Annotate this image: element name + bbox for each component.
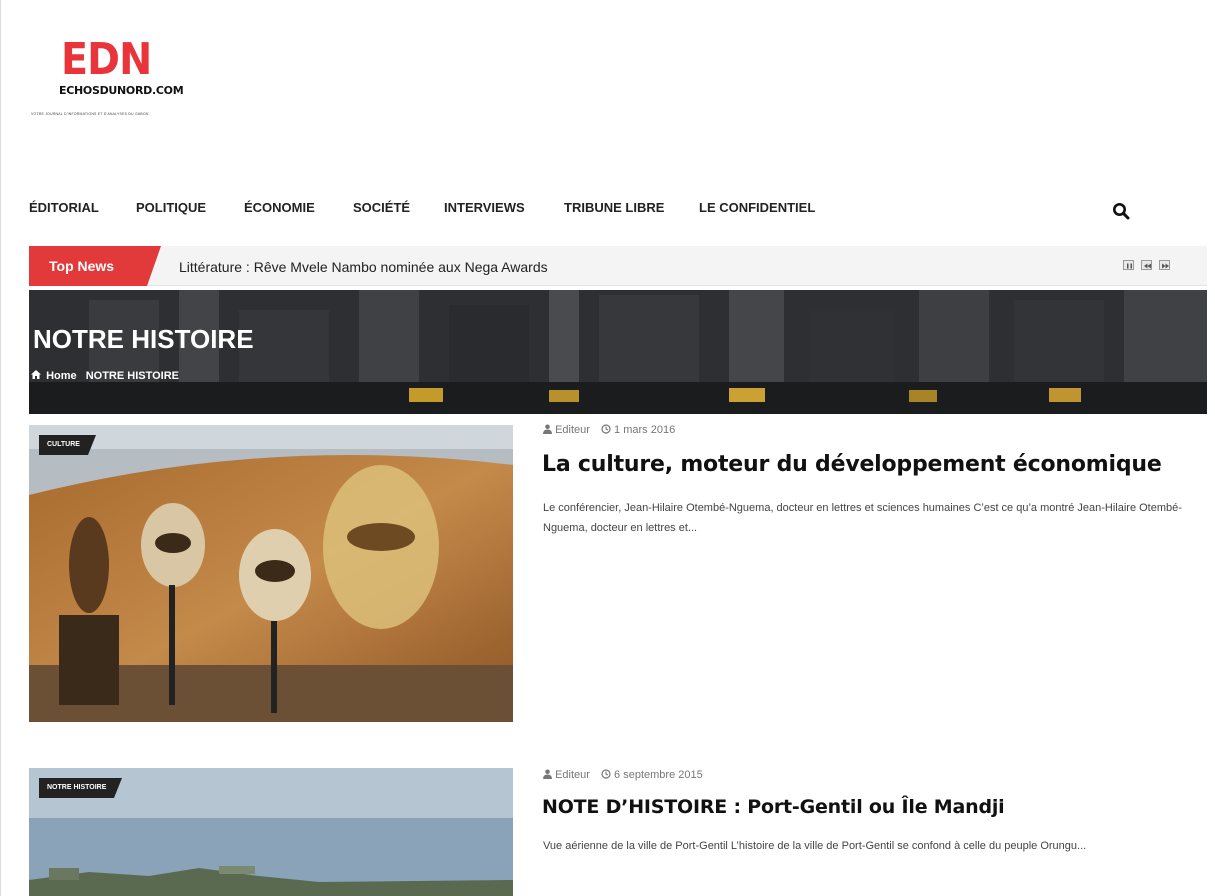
category-badge[interactable]: CULTURE — [39, 435, 96, 455]
breadcrumb-home[interactable]: Home — [46, 370, 77, 382]
masks-image — [29, 425, 513, 722]
user-icon — [543, 424, 552, 434]
article-excerpt: Vue aérienne de la ville de Port-Gentil … — [543, 840, 1087, 852]
page-banner: NOTRE HISTOIRE Home NOTRE HISTOIRE — [29, 290, 1207, 414]
main-nav: ÉDITORIAL POLITIQUE ÉCONOMIE SOCIÉTÉ INT… — [1, 196, 1215, 222]
nav-item-editorial[interactable]: ÉDITORIAL — [29, 200, 99, 215]
article-meta: Editeur 1 mars 2016 — [543, 424, 675, 436]
ticker-label: Top News — [29, 246, 161, 286]
article-author[interactable]: Editeur — [555, 424, 590, 436]
search-icon[interactable] — [1112, 202, 1130, 220]
article-author[interactable]: Editeur — [555, 769, 590, 781]
prev-icon[interactable] — [1141, 260, 1152, 270]
article-thumbnail[interactable]: CULTURE — [29, 425, 513, 722]
article-date[interactable]: 1 mars 2016 — [614, 424, 675, 436]
breadcrumb: Home NOTRE HISTOIRE — [31, 370, 179, 382]
user-icon — [543, 769, 552, 779]
nav-item-le-confidentiel[interactable]: LE CONFIDENTIEL — [699, 200, 815, 215]
next-icon[interactable] — [1159, 260, 1170, 270]
article-title[interactable]: NOTE D’HISTOIRE : Port-Gentil ou Île Man… — [542, 796, 1005, 818]
article-date[interactable]: 6 septembre 2015 — [614, 769, 703, 781]
article-title[interactable]: La culture, moteur du développement écon… — [542, 452, 1162, 477]
breadcrumb-current: NOTRE HISTOIRE — [85, 370, 179, 383]
nav-item-economie[interactable]: ÉCONOMIE — [244, 200, 315, 215]
logo-tagline: VOTRE JOURNAL D'INFORMATIONS ET D'ANALYS… — [31, 112, 149, 116]
article-thumbnail[interactable]: NOTRE HISTOIRE — [29, 768, 513, 896]
nav-item-tribune-libre[interactable]: TRIBUNE LIBRE — [564, 200, 664, 215]
clock-icon — [601, 769, 611, 779]
logo-site-name: ECHOSDUNORD.COM — [59, 84, 184, 97]
pause-icon[interactable] — [1123, 260, 1134, 270]
news-ticker: Top News Littérature : Rêve Mvele Nambo … — [29, 246, 1207, 286]
home-icon[interactable] — [31, 370, 43, 382]
site-logo[interactable]: EDN ECHOSDUNORD.COM VOTRE JOURNAL D'INFO… — [31, 38, 221, 128]
nav-item-interviews[interactable]: INTERVIEWS — [444, 200, 525, 215]
logo-brand: EDN — [61, 34, 152, 85]
article-meta: Editeur 6 septembre 2015 — [543, 769, 703, 781]
nav-item-societe[interactable]: SOCIÉTÉ — [353, 200, 410, 215]
nav-item-politique[interactable]: POLITIQUE — [136, 200, 206, 215]
ticker-headline[interactable]: Littérature : Rêve Mvele Nambo nominée a… — [179, 259, 548, 275]
page-title: NOTRE HISTOIRE — [33, 324, 254, 354]
article-excerpt: Le conférencier, Jean-Hilaire Otembé-Ngu… — [543, 502, 1182, 534]
page: EDN ECHOSDUNORD.COM VOTRE JOURNAL D'INFO… — [0, 0, 1215, 896]
clock-icon — [601, 424, 611, 434]
category-badge[interactable]: NOTRE HISTOIRE — [39, 778, 123, 798]
